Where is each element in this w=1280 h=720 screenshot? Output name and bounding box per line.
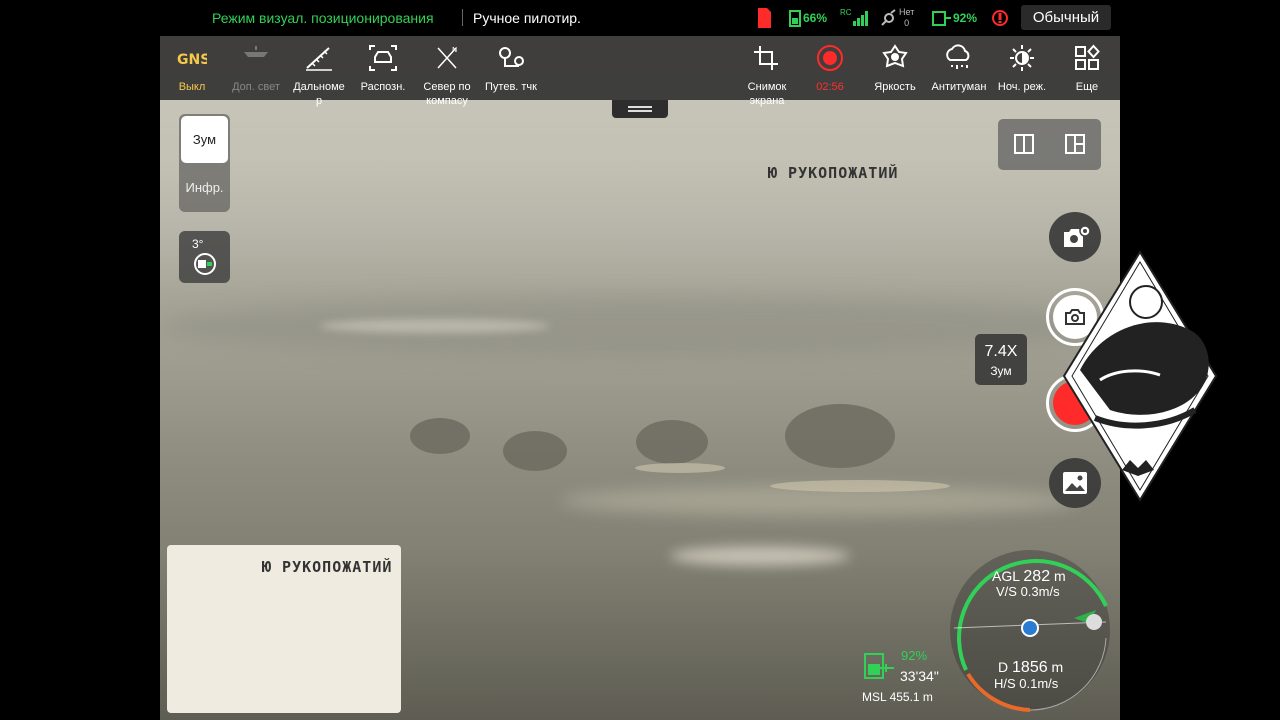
fog-icon xyxy=(946,44,970,69)
rc-icon xyxy=(789,10,801,27)
antifog-button[interactable]: Антитуман xyxy=(925,36,993,100)
split-view-icon[interactable] xyxy=(1013,133,1035,155)
horizontal-speed: H/S 0.1m/s xyxy=(994,676,1059,691)
detect-label: Распозн. xyxy=(360,81,406,93)
msl-altitude: MSL 455.1 m xyxy=(862,690,933,704)
pip-view-icon[interactable] xyxy=(1064,133,1086,155)
watermark-top: Ю РУКОПОЖАТИЙ xyxy=(768,164,899,182)
svg-text:GNSS: GNSS xyxy=(177,52,207,68)
panel-pull-handle[interactable] xyxy=(612,100,668,118)
rc-signal: RC xyxy=(840,6,870,30)
ruler-icon xyxy=(306,47,332,71)
satellite-icon xyxy=(881,9,896,26)
aircraft-battery: 92% xyxy=(931,6,977,30)
aircraft-battery-pct: 92% xyxy=(901,648,928,663)
detect-button[interactable]: Распозн. xyxy=(349,36,417,100)
alert-icon[interactable] xyxy=(988,6,1012,30)
gimbal-pitch: 3° xyxy=(192,237,204,251)
screenshot-label: Снимок экрана xyxy=(747,81,787,107)
unit-emblem-logo xyxy=(1062,250,1218,502)
aux-light-button[interactable]: Доп. свет xyxy=(222,36,290,100)
waypoint-label: Путев. тчк xyxy=(485,81,537,93)
waypoint-icon xyxy=(499,47,524,67)
gps-status: Нет 0 xyxy=(879,6,914,30)
night-mode-icon xyxy=(1010,45,1034,71)
status-bar: Режим визуал. позиционирования Ручное пи… xyxy=(0,0,1280,36)
compass-north-button[interactable]: N Север по компасу xyxy=(413,36,481,107)
compass-icon: N xyxy=(437,46,457,69)
screenshot-button[interactable]: Снимок экрана xyxy=(733,36,801,107)
ir-lens-tab[interactable]: Инфр. xyxy=(179,180,230,195)
rangefinder-button[interactable]: Дальноме р xyxy=(285,36,353,107)
drone-battery-icon xyxy=(864,653,894,679)
more-label: Еще xyxy=(1075,81,1099,93)
zoom-indicator[interactable]: 7.4X Зум xyxy=(975,334,1027,385)
brightness-button[interactable]: Яркость xyxy=(861,36,929,100)
watermark-minimap: Ю РУКОПОЖАТИЙ xyxy=(262,558,393,576)
aux-light-label: Доп. свет xyxy=(232,81,280,93)
signal-bars-icon xyxy=(852,11,868,26)
grid-icon xyxy=(1075,44,1100,70)
gimbal-pitch-widget[interactable]: 3° xyxy=(179,231,230,283)
night-mode-button[interactable]: Ноч. реж. xyxy=(988,36,1056,100)
zoom-value: 7.4X xyxy=(984,343,1018,360)
camera-settings-icon xyxy=(1064,225,1091,247)
rc-battery: 66% xyxy=(787,6,827,30)
gnss-button[interactable]: GNSS Выкл xyxy=(158,36,226,100)
profile-badge[interactable]: Обычный xyxy=(1021,5,1111,30)
drone-battery-icon xyxy=(932,11,951,26)
divider xyxy=(462,9,463,26)
gnss-label: Выкл xyxy=(178,81,206,93)
record-indicator[interactable]: 02:56 xyxy=(796,36,864,100)
record-time: 02:56 xyxy=(816,81,844,93)
flight-mode: Ручное пилотир. xyxy=(473,10,581,26)
brightness-icon xyxy=(882,44,908,68)
light-icon xyxy=(244,46,268,57)
brightness-label: Яркость xyxy=(874,81,916,93)
rangefinder-label: Дальноме р xyxy=(293,81,345,107)
view-layout-switch xyxy=(998,119,1101,170)
gimbal-icon xyxy=(194,253,216,275)
distance-readout: D 1856 m xyxy=(998,659,1064,676)
zoom-lens-tab[interactable]: Зум xyxy=(181,116,228,163)
flight-time-remaining: 33'34" xyxy=(900,668,939,684)
night-mode-label: Ноч. реж. xyxy=(997,81,1047,93)
vertical-speed: V/S 0.3m/s xyxy=(996,584,1060,599)
antifog-label: Антитуман xyxy=(931,81,987,93)
lens-switcher: Зум Инфр. xyxy=(179,114,230,212)
record-icon xyxy=(817,45,843,71)
zoom-label: Зум xyxy=(990,364,1012,378)
waypoint-button[interactable]: Путев. тчк xyxy=(477,36,545,100)
compass-north-label: Север по компасу xyxy=(423,81,471,107)
car-detect-icon xyxy=(369,45,397,71)
top-toolbar: GNSS Выкл Доп. свет Дальноме р Распозн. … xyxy=(158,36,1121,107)
vision-positioning-mode: Режим визуал. позиционирования xyxy=(212,10,434,26)
crop-icon xyxy=(754,46,778,70)
sd-card-icon xyxy=(755,6,773,30)
more-button[interactable]: Еще xyxy=(1053,36,1121,100)
svg-text:N: N xyxy=(452,46,457,54)
gnss-icon: GNSS xyxy=(177,52,207,68)
